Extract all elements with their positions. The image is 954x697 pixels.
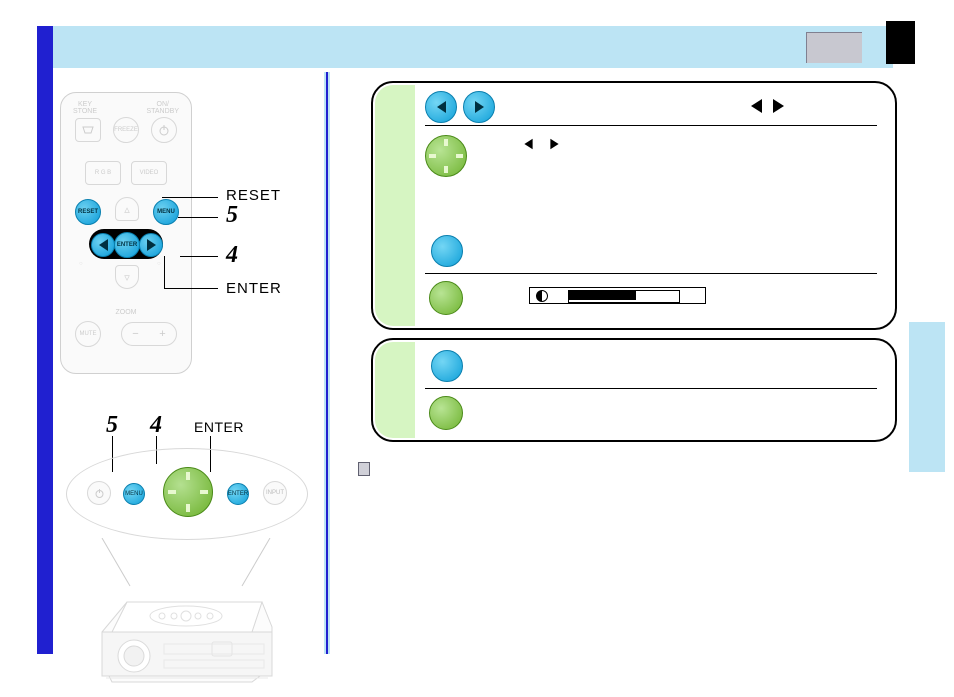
- left-arrow-icon: [99, 239, 108, 251]
- column-divider-inner: [326, 72, 328, 654]
- panel-enter-btn-label: ENTER: [228, 491, 248, 497]
- remote-enter-button: ENTER: [114, 232, 140, 258]
- step-4-card: [371, 81, 897, 330]
- step-5-strip: [375, 342, 415, 438]
- remote-menu-button: MENU: [153, 199, 179, 225]
- callout-line-enter-v: [164, 256, 165, 288]
- step4-enter-blue-icon: [431, 235, 463, 267]
- panel-step-labels: 5 4 ENTER: [106, 412, 244, 439]
- nav-up-tick: [444, 139, 448, 146]
- step-4-strip: [375, 85, 415, 326]
- zoom-label: ZOOM: [61, 309, 191, 316]
- panel-enter-button: ENTER: [227, 483, 249, 505]
- panel-power-button: [87, 481, 111, 505]
- step4-left-button-icon: [425, 91, 457, 123]
- rgb-label: R G B: [95, 170, 111, 176]
- remote-down-arrow: ▿: [115, 265, 139, 289]
- header-gray-box: [806, 32, 862, 63]
- callout-line-reset: [162, 197, 218, 198]
- callout-line-5: [178, 217, 218, 218]
- remote-zoom-row: MUTE −+: [75, 321, 177, 347]
- right-arrow-icon: [475, 101, 484, 113]
- keystone-icon: [81, 125, 95, 135]
- step4-divider-2: [425, 273, 877, 274]
- step4-black-left-icon: [751, 99, 762, 113]
- note-icon: [358, 462, 370, 476]
- right-side-tab: [909, 322, 945, 472]
- remote-right-arrow-button: [139, 233, 163, 257]
- remote-menu-label: MENU: [157, 209, 175, 215]
- right-arrow-icon: [147, 239, 156, 251]
- rgb-button: R G B: [85, 161, 121, 185]
- panel-input-label: INPUT: [266, 490, 284, 496]
- left-blue-bar: [37, 26, 53, 654]
- step4-small-black-right-icon: [550, 139, 558, 150]
- left-arrow-icon: [437, 101, 446, 113]
- nav-left-icon: [168, 490, 176, 494]
- remote-enter-label: ENTER: [117, 242, 137, 248]
- remote-top-labels: KEY STONE ON/ STANDBY: [73, 101, 179, 115]
- on-standby-label: ON/ STANDBY: [146, 101, 179, 115]
- callout-enter: ENTER: [226, 280, 282, 297]
- mute-label: MUTE: [80, 331, 97, 337]
- panel-input-button: INPUT: [263, 481, 287, 505]
- contrast-adjustment-bar: [529, 287, 706, 304]
- freeze-label: FREEZE: [114, 127, 138, 133]
- nav-left-tick: [429, 154, 436, 158]
- remote-reset-button: RESET: [75, 199, 101, 225]
- panel-step-5: 5: [106, 412, 118, 439]
- step-5-card: [371, 338, 897, 442]
- step5-menu-blue-icon: [431, 350, 463, 382]
- video-button: VIDEO: [131, 161, 167, 185]
- callout-line-4: [180, 256, 218, 257]
- header-black-box: [886, 21, 915, 64]
- nav-right-icon: [200, 490, 208, 494]
- mute-button: MUTE: [75, 321, 101, 347]
- power-icon: [158, 124, 170, 136]
- panel-nav-pad: [163, 467, 213, 517]
- step4-right-button-icon: [463, 91, 495, 123]
- video-label: VIDEO: [140, 170, 159, 176]
- panel-oval: MENU ENTER INPUT: [66, 448, 308, 540]
- remote-up-arrow: ▵: [115, 197, 139, 221]
- step4-divider-1: [425, 125, 877, 126]
- contrast-track: [568, 290, 680, 303]
- freeze-button: FREEZE: [113, 117, 139, 143]
- vol-label-left: ○: [79, 261, 83, 267]
- callout-step-5: 5: [226, 202, 238, 229]
- keystone-button: [75, 118, 101, 142]
- panel-menu-label: MENU: [125, 491, 143, 497]
- standby-button: [151, 117, 177, 143]
- keystone-label: KEY STONE: [73, 101, 97, 115]
- nav-down-icon: [186, 504, 190, 512]
- nav-right-tick: [456, 154, 463, 158]
- contrast-icon: [536, 290, 548, 302]
- remote-left-arrow-button: [91, 233, 115, 257]
- panel-step-4: 4: [150, 412, 162, 439]
- step4-enter-green-icon: [429, 281, 463, 315]
- panel-to-projector-lines: [66, 538, 306, 588]
- remote-cross-area: RESET ▵ MENU ENTER ▿ ○ ○: [75, 195, 177, 275]
- remote-row-1: FREEZE: [75, 117, 177, 143]
- remote-control-diagram: KEY STONE ON/ STANDBY FREEZE R G B VIDEO…: [60, 92, 192, 374]
- step5-menu-green-icon: [429, 396, 463, 430]
- nav-down-tick: [444, 166, 448, 173]
- step4-nav-pad-icon: [425, 135, 467, 177]
- header-band: [53, 26, 893, 68]
- callout-line-enter: [164, 288, 218, 289]
- zoom-minus-icon: −: [132, 328, 138, 340]
- vol-label-right: ○: [157, 261, 161, 267]
- panel-enter-label: ENTER: [194, 419, 244, 435]
- nav-up-icon: [186, 472, 190, 480]
- step4-small-black-left-icon: [524, 139, 532, 150]
- step4-black-right-icon: [773, 99, 784, 113]
- remote-row-2: R G B VIDEO: [85, 161, 167, 185]
- step5-divider: [425, 388, 877, 389]
- zoom-pill: −+: [121, 322, 177, 346]
- remote-reset-label: RESET: [78, 209, 98, 215]
- power-icon: [94, 488, 105, 499]
- callout-step-4: 4: [226, 242, 238, 269]
- panel-menu-button: MENU: [123, 483, 145, 505]
- zoom-plus-icon: +: [159, 328, 165, 340]
